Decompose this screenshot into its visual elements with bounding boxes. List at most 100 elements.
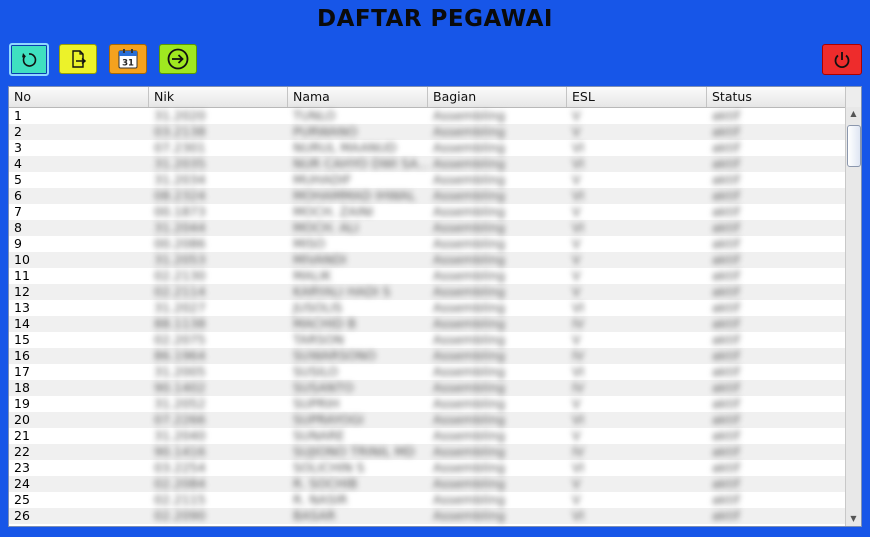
table-row[interactable]: 19 31.2052 SUPRIH Assembling Vaktif [9, 396, 847, 412]
cell-bagian: Assembling [433, 156, 506, 171]
enter-button[interactable] [159, 44, 197, 74]
cell-bagian: Assembling [433, 428, 506, 443]
cell-no: 21 [14, 428, 30, 443]
cell-nik: 02.2090 [154, 508, 206, 523]
export-document-icon [68, 49, 88, 69]
table-row[interactable]: 8 31.2044 MOCH. ALI Assembling VI aktif [9, 220, 847, 236]
table-row[interactable]: 18 90.1402 SUSANTO Assembling IV aktif [9, 380, 847, 396]
cell-bagian: Assembling [433, 204, 506, 219]
cell-no: 17 [14, 364, 30, 379]
table-row[interactable]: 21 31.2040 SUNARE Assembling Vaktif [9, 428, 847, 444]
cell-esl: V [572, 268, 581, 283]
cell-esl: VI [572, 364, 585, 379]
cell-nik: 03.2138 [154, 124, 206, 139]
cell-nama: BASAR [293, 508, 336, 523]
export-button[interactable] [59, 44, 97, 74]
column-header-no[interactable]: No [9, 87, 149, 107]
table-row[interactable]: 12 02.2114 KARYALI HADI S Assembling Vaktif [9, 284, 847, 300]
cell-nik: 02.2075 [154, 332, 206, 347]
cell-bagian: Assembling [433, 124, 506, 139]
scroll-down-icon[interactable]: ▼ [846, 514, 861, 524]
table-row[interactable]: 13 31.2027 JUSOLIS Assembling VI aktif [9, 300, 847, 316]
table-row[interactable]: 3 07.2301 NURUL MAANUD Assembling VI aktif [9, 140, 847, 156]
power-button[interactable] [822, 44, 862, 75]
cell-esl: IV [572, 316, 585, 331]
cell-status: aktif [712, 412, 740, 427]
cell-esl: VI [572, 220, 585, 235]
cell-bagian: Assembling [433, 220, 506, 235]
cell-esl: IV [572, 444, 585, 459]
cell-bagian: Assembling [433, 412, 506, 427]
cell-esl: V [572, 252, 581, 267]
cell-bagian: Assembling [433, 268, 506, 283]
table-row[interactable]: 1 31.2020 TUNLO Assembling Vaktif [9, 108, 847, 124]
cell-nik: 31.2034 [154, 172, 206, 187]
cell-status: aktif [712, 172, 740, 187]
refresh-button[interactable] [9, 43, 49, 76]
cell-bagian: Assembling [433, 108, 506, 123]
cell-no: 22 [14, 444, 30, 459]
cell-nik: 31.2053 [154, 252, 206, 267]
vertical-scrollbar[interactable]: ▲ ▼ [845, 107, 861, 526]
cell-nama: PURWANO [293, 124, 358, 139]
table-row[interactable]: 11 02.2130 MALIK Assembling Vaktif [9, 268, 847, 284]
header-corner [845, 87, 861, 108]
table-row[interactable]: 14 88.1138 MACHID B Assembling IV aktif [9, 316, 847, 332]
cell-esl: V [572, 236, 581, 251]
column-header-nik[interactable]: Nik [149, 87, 288, 107]
table-row[interactable]: 16 86.1964 SUWARSONO Assembling IV aktif [9, 348, 847, 364]
cell-nama: R. SOCHIB [293, 476, 358, 491]
cell-no: 3 [14, 140, 22, 155]
cell-nik: 08.2324 [154, 188, 206, 203]
table-row[interactable]: 7 00.1873 MOCH. ZAINI Assembling Vaktif [9, 204, 847, 220]
table-row[interactable]: 6 08.2324 MOHAMMAD IHWAL Assembling VI aktif [9, 188, 847, 204]
column-header-status[interactable]: Status [707, 87, 847, 107]
cell-esl: VI [572, 460, 585, 475]
table-row[interactable]: 26 02.2090 BASAR Assembling VI aktif [9, 508, 847, 524]
table-row[interactable]: 15 02.2075 TARSON Assembling Vaktif [9, 332, 847, 348]
cell-nik: 03.2254 [154, 460, 206, 475]
column-header-esl[interactable]: ESL [567, 87, 707, 107]
cell-status: aktif [712, 252, 740, 267]
cell-status: aktif [712, 236, 740, 251]
employee-table[interactable]: No Nik Nama Bagian ESL Status 1 31.2020 TU… [8, 86, 862, 527]
table-row[interactable]: 17 31.2005 SUSILO Assembling VI aktif [9, 364, 847, 380]
cell-nama: MOHAMMAD IHWAL [293, 188, 416, 203]
cell-nama: NURUL MAANUD [293, 140, 397, 155]
scroll-up-icon[interactable]: ▲ [846, 109, 861, 119]
table-row[interactable]: 4 31.2035 NUR CAHYO DWI SA... Assembling VI a… [9, 156, 847, 172]
cell-nama: SUWARSONO [293, 348, 376, 363]
table-row[interactable]: 9 00.2086 MISO Assembling Vaktif [9, 236, 847, 252]
cell-nama: SUSANTO [293, 380, 354, 395]
cell-nama: JUSOLIS [293, 300, 343, 315]
cell-no: 11 [14, 268, 30, 283]
cell-nik: 31.2040 [154, 428, 206, 443]
calendar-button[interactable]: 31 [109, 44, 147, 74]
cell-no: 20 [14, 412, 30, 427]
cell-nama: SUNARE [293, 428, 345, 443]
cell-bagian: Assembling [433, 380, 506, 395]
table-row[interactable]: 24 02.2084 R. SOCHIB Assembling Vaktif [9, 476, 847, 492]
table-row[interactable]: 10 31.2053 MIVANDI Assembling Vaktif [9, 252, 847, 268]
table-row[interactable]: 22 90.1416 SUJIONO TRINIL MD Assembling IV ak… [9, 444, 847, 460]
cell-esl: VI [572, 156, 585, 171]
cell-bagian: Assembling [433, 300, 506, 315]
cell-esl: V [572, 124, 581, 139]
cell-no: 6 [14, 188, 22, 203]
cell-nik: 00.2086 [154, 236, 206, 251]
column-header-bagian[interactable]: Bagian [428, 87, 567, 107]
cell-nama: KARYALI HADI S [293, 284, 391, 299]
table-row[interactable]: 23 03.2254 SOLICHIN S Assembling VI aktif [9, 460, 847, 476]
cell-bagian: Assembling [433, 508, 506, 523]
table-row[interactable]: 20 07.2266 SUPRAYOGI Assembling VI aktif [9, 412, 847, 428]
scrollbar-thumb[interactable] [847, 125, 861, 167]
cell-nik: 31.2044 [154, 220, 206, 235]
column-header-nama[interactable]: Nama [288, 87, 428, 107]
calendar-day: 31 [122, 59, 134, 69]
cell-no: 9 [14, 236, 22, 251]
cell-nik: 90.1402 [154, 380, 206, 395]
table-row[interactable]: 25 02.2115 R. NASIR Assembling Vaktif [9, 492, 847, 508]
page-title: DAFTAR PEGAWAI [317, 6, 553, 32]
table-row[interactable]: 2 03.2138 PURWANO Assembling Vaktif [9, 124, 847, 140]
table-row[interactable]: 5 31.2034 MUHADIF Assembling Vaktif [9, 172, 847, 188]
